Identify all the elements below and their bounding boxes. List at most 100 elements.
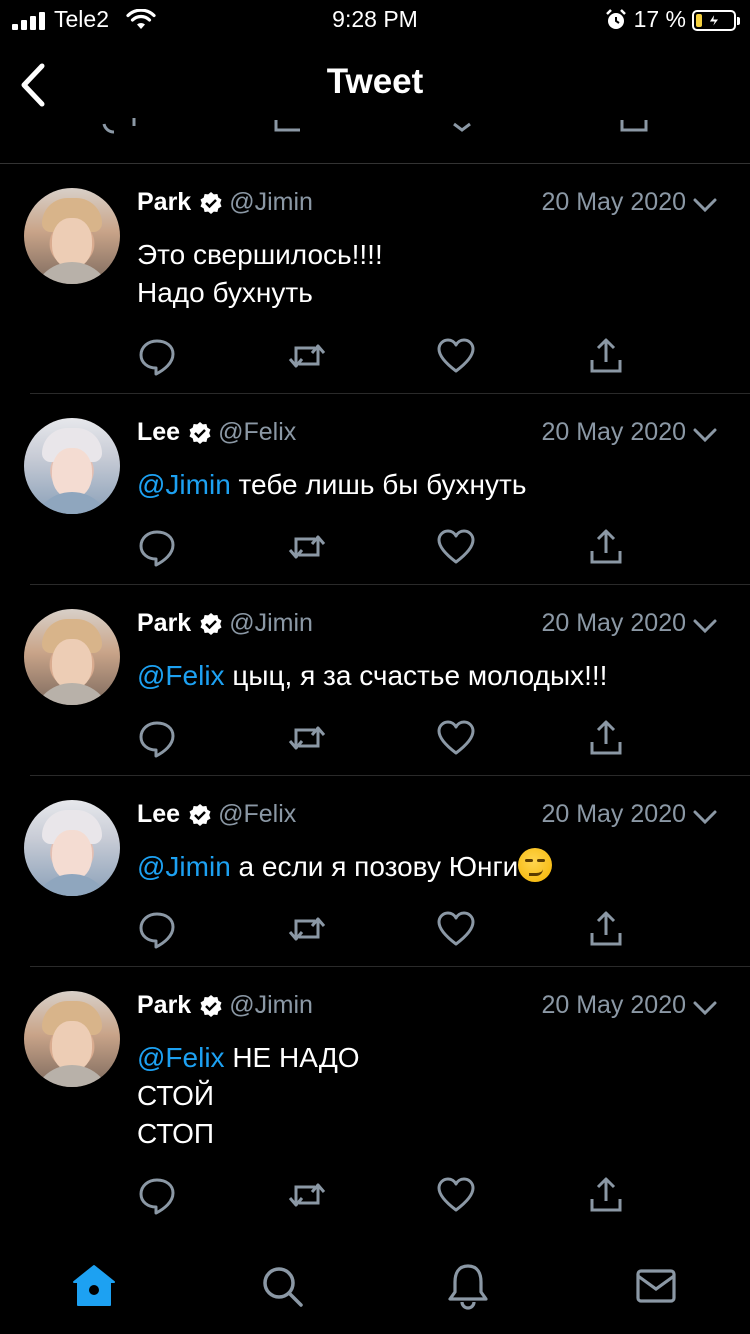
tab-search[interactable] [258,1262,306,1310]
tweet-text: @Felix НЕ НАДО СТОЙ СТОП [137,1039,710,1153]
author-handle[interactable]: @Jimin [229,991,313,1020]
reply-button[interactable] [137,527,177,567]
nav-bar: Tweet [0,40,750,130]
tweet[interactable]: Lee @Felix 20 May 2020 @Jimin а если я по… [0,776,750,967]
reply-button[interactable] [137,1175,177,1215]
previous-tweet-actions [0,118,750,134]
tweet[interactable]: Park @Jimin 20 May 2020 @Felix цыц, я за … [0,585,750,776]
verified-badge-icon [200,191,222,214]
tweet-actions [0,718,750,758]
like-button[interactable] [436,336,476,376]
tweet-header: Lee @Felix 20 May 2020 [137,800,750,836]
author-handle[interactable]: @Felix [218,418,296,447]
reply-icon[interactable] [100,118,136,134]
like-icon [437,911,475,946]
retweet-button[interactable] [287,1175,327,1215]
share-icon[interactable] [618,118,654,134]
tweet-actions [0,336,750,376]
share-icon [590,529,622,564]
like-icon [437,338,475,373]
retweet-icon [288,535,326,559]
tab-notifications[interactable] [444,1262,492,1310]
like-button[interactable] [436,527,476,567]
share-button[interactable] [586,909,626,949]
author-name[interactable]: Lee [137,800,180,829]
like-icon [437,529,475,564]
tweet-date: 20 May 2020 [541,991,686,1019]
retweet-icon [288,726,326,750]
chevron-down-icon[interactable] [692,804,718,830]
tweet-header: Park @Jimin 20 May 2020 [137,188,750,224]
mention-link[interactable]: @Felix [137,1042,225,1073]
tweet-text-line: тебе лишь бы бухнуть [230,469,527,500]
like-icon [437,720,475,755]
retweet-icon [288,917,326,941]
reply-icon [139,339,175,376]
share-button[interactable] [586,527,626,567]
like-icon [437,1177,475,1212]
like-button[interactable] [436,909,476,949]
tweet[interactable]: Lee @Felix 20 May 2020 @Jimin тебе лишь б… [0,394,750,585]
like-button[interactable] [436,718,476,758]
share-icon [590,911,622,946]
retweet-button[interactable] [287,336,327,376]
tweet-text-line: СТОЙ [137,1080,215,1111]
battery-charging-icon [692,10,740,31]
battery-percent: 17 % [633,6,686,32]
reply-button[interactable] [137,718,177,758]
mention-link[interactable]: @Jimin [137,851,231,882]
page-title: Tweet [326,62,424,101]
avatar[interactable] [24,418,120,514]
reply-button[interactable] [137,909,177,949]
tweet-date: 20 May 2020 [541,418,686,446]
mention-link[interactable]: @Felix [137,660,225,691]
retweet-icon[interactable] [272,118,308,134]
like-button[interactable] [436,1175,476,1215]
verified-badge-icon [189,421,211,444]
tweet-text-line: СТОП [137,1118,215,1149]
retweet-button[interactable] [287,909,327,949]
chevron-down-icon[interactable] [692,995,718,1021]
author-name[interactable]: Lee [137,418,180,447]
chevron-down-icon[interactable] [692,192,718,218]
like-icon[interactable] [446,118,482,134]
author-name[interactable]: Park [137,991,191,1020]
tweet-text-line: а если я позову Юнги [230,851,519,882]
chevron-down-icon[interactable] [692,613,718,639]
home-icon [73,1265,115,1306]
author-name[interactable]: Park [137,188,191,217]
retweet-icon [288,344,326,368]
avatar[interactable] [24,609,120,705]
tweet[interactable]: Park @Jimin 20 May 2020 @Felix НЕ НАДО СТ… [0,967,750,1237]
retweet-button[interactable] [287,527,327,567]
retweet-button[interactable] [287,718,327,758]
verified-badge-icon [189,803,211,826]
share-button[interactable] [586,336,626,376]
retweet-icon [288,1183,326,1207]
tweet[interactable]: Park @Jimin 20 May 2020 Это свершилось!!!… [0,164,750,394]
chevron-down-icon[interactable] [692,422,718,448]
share-button[interactable] [586,1175,626,1215]
author-handle[interactable]: @Felix [218,800,296,829]
verified-badge-icon [200,994,222,1017]
tab-home[interactable] [70,1262,118,1310]
tweet-text: @Felix цыц, я за счастье молодых!!! [137,657,710,695]
author-handle[interactable]: @Jimin [229,188,313,217]
avatar[interactable] [24,800,120,896]
tweet-header: Lee @Felix 20 May 2020 [137,418,750,454]
tab-bar [0,1244,750,1334]
tweet-text-line: НЕ НАДО [224,1042,360,1073]
reply-button[interactable] [137,336,177,376]
tweet-text: @Jimin а если я позову Юнги [137,848,710,886]
author-name[interactable]: Park [137,609,191,638]
tweet-text-line: цыц, я за счастье молодых!!! [224,660,608,691]
avatar[interactable] [24,188,120,284]
avatar[interactable] [24,991,120,1087]
tab-messages[interactable] [632,1262,680,1310]
share-button[interactable] [586,718,626,758]
author-handle[interactable]: @Jimin [229,609,313,638]
tweet-actions [0,1175,750,1215]
tweet-text: @Jimin тебе лишь бы бухнуть [137,466,710,504]
mention-link[interactable]: @Jimin [137,469,231,500]
reply-icon [139,530,175,567]
